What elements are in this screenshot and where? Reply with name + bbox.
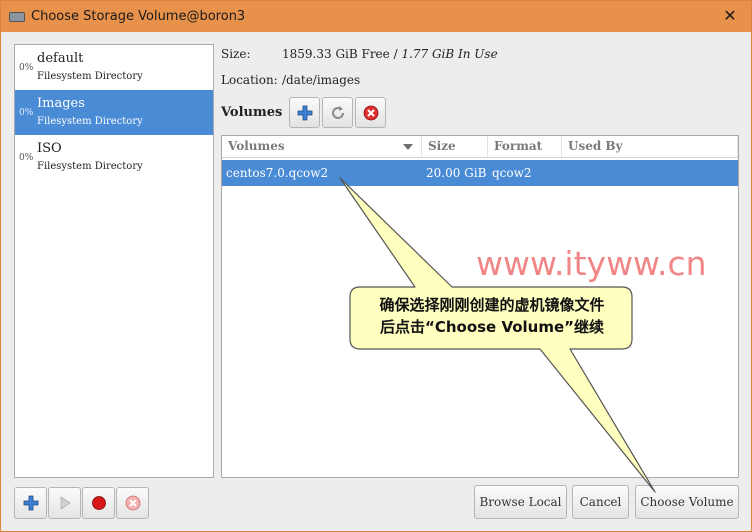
callout-line-2: 后点击“Choose Volume”继续 (379, 318, 605, 336)
callout-text: 确保选择刚刚创建的虚机镜像文件 后点击“Choose Volume”继续 (356, 294, 628, 338)
watermark-text: www.ityww.cn (476, 244, 707, 283)
callout-line-1: 确保选择刚刚创建的虚机镜像文件 (379, 296, 605, 314)
